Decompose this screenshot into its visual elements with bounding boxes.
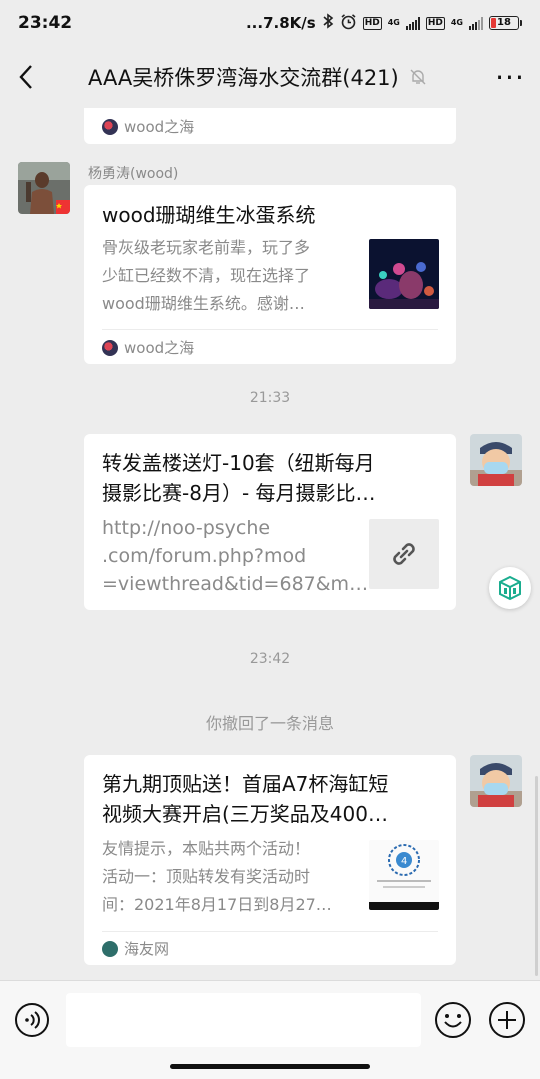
bluetooth-icon bbox=[322, 13, 334, 33]
chat-screen: 23:42 ...7.8K/s HD 4G HD 4G 18 AAA吴桥侏罗湾海… bbox=[0, 0, 540, 1079]
voice-button[interactable] bbox=[13, 1001, 51, 1039]
net-speed: ...7.8K/s bbox=[245, 14, 316, 32]
svg-text:4: 4 bbox=[401, 856, 407, 867]
link-icon bbox=[369, 519, 439, 589]
sender-name: 杨勇涛(wood) bbox=[88, 166, 179, 182]
card-description: 友情提示，本贴共两个活动！ 活动一：顶贴转发有奖活动时 间：2021年8月17日… bbox=[102, 839, 332, 914]
scrollbar[interactable] bbox=[535, 776, 538, 976]
chat-title[interactable]: AAA吴桥侏罗湾海水交流群(421) bbox=[88, 62, 399, 92]
card-title: 转发盖楼送灯-10套（纽斯每月 摄影比赛-8月）- 每月摄影比… bbox=[102, 451, 376, 505]
source-avatar-icon bbox=[102, 118, 118, 135]
recall-notice: 你撤回了一条消息 bbox=[205, 714, 334, 733]
more-icon: ··· bbox=[495, 60, 525, 94]
message-list[interactable]: wood之海 杨勇涛(wood) wood珊瑚维生冰蛋系统 骨灰级老玩家老前辈，… bbox=[0, 108, 540, 980]
hd-badge: HD bbox=[362, 16, 382, 30]
message-input[interactable] bbox=[66, 993, 421, 1047]
card-source-label: wood之海 bbox=[124, 339, 195, 357]
card-source: wood之海 bbox=[102, 116, 194, 137]
card-divider bbox=[102, 329, 438, 330]
card-title: 第九期顶贴送！首届A7杯海缸短 视频大赛开启(三万奖品及400… bbox=[102, 772, 389, 826]
message-card[interactable]: wood珊瑚维生冰蛋系统 骨灰级老玩家老前辈，玩了多 少缸已经数不清，现在选择了… bbox=[84, 185, 456, 364]
battery-level: 18 bbox=[497, 17, 511, 28]
chat-header: AAA吴桥侏罗湾海水交流群(421) ··· bbox=[0, 46, 540, 108]
signal-icon bbox=[405, 16, 420, 30]
card-source: wood之海 bbox=[102, 337, 194, 358]
alarm-icon bbox=[340, 13, 357, 34]
card-divider bbox=[102, 931, 438, 932]
mini-program-icon bbox=[499, 575, 521, 601]
network-type: 4G bbox=[450, 18, 463, 27]
back-arrow-icon bbox=[19, 65, 32, 89]
plus-icon bbox=[489, 1002, 525, 1038]
more-button[interactable]: ··· bbox=[480, 46, 540, 108]
network-type: 4G bbox=[387, 18, 400, 27]
message-card[interactable]: 转发盖楼送灯-10套（纽斯每月 摄影比赛-8月）- 每月摄影比… http://… bbox=[84, 434, 456, 610]
coral-reef-thumbnail bbox=[369, 239, 439, 309]
avatar[interactable] bbox=[18, 162, 70, 214]
more-actions-button[interactable] bbox=[488, 1001, 526, 1039]
time-separator: 23:42 bbox=[249, 651, 291, 667]
signal-icon bbox=[469, 16, 483, 30]
home-indicator[interactable] bbox=[170, 1064, 370, 1069]
status-bar: 23:42 ...7.8K/s HD 4G HD 4G 18 bbox=[0, 0, 540, 46]
status-time: 23:42 bbox=[18, 13, 73, 33]
back-button[interactable] bbox=[0, 46, 52, 108]
poster-thumbnail: 4 bbox=[369, 840, 439, 910]
source-avatar-icon bbox=[102, 339, 118, 356]
card-description: http://noo-psyche .com/forum.php?mod =vi… bbox=[102, 517, 369, 595]
source-logo-icon bbox=[102, 940, 118, 957]
time-separator: 21:33 bbox=[249, 390, 291, 406]
my-avatar[interactable] bbox=[470, 434, 522, 486]
mini-program-button[interactable] bbox=[489, 567, 531, 609]
message-card[interactable]: wood之海 bbox=[84, 108, 456, 144]
card-title: wood珊瑚维生冰蛋系统 bbox=[102, 203, 316, 227]
input-bar bbox=[0, 980, 540, 1079]
battery-icon: 18 bbox=[489, 16, 522, 30]
mute-bell-icon bbox=[409, 68, 427, 86]
message-card[interactable]: 第九期顶贴送！首届A7杯海缸短 视频大赛开启(三万奖品及400… 友情提示，本贴… bbox=[84, 755, 456, 965]
card-source-label: wood之海 bbox=[124, 118, 195, 136]
card-description: 骨灰级老玩家老前辈，玩了多 少缸已经数不清，现在选择了 wood珊瑚维生系统。感… bbox=[102, 238, 311, 313]
card-source-label: 海友网 bbox=[124, 940, 170, 958]
emoji-icon bbox=[435, 1002, 471, 1038]
voice-icon bbox=[15, 1003, 49, 1037]
status-icons: ...7.8K/s HD 4G HD 4G 18 bbox=[246, 13, 522, 34]
hd-badge: HD bbox=[425, 16, 445, 30]
emoji-button[interactable] bbox=[434, 1001, 472, 1039]
my-avatar[interactable] bbox=[470, 755, 522, 807]
card-source: 海友网 bbox=[102, 938, 169, 959]
